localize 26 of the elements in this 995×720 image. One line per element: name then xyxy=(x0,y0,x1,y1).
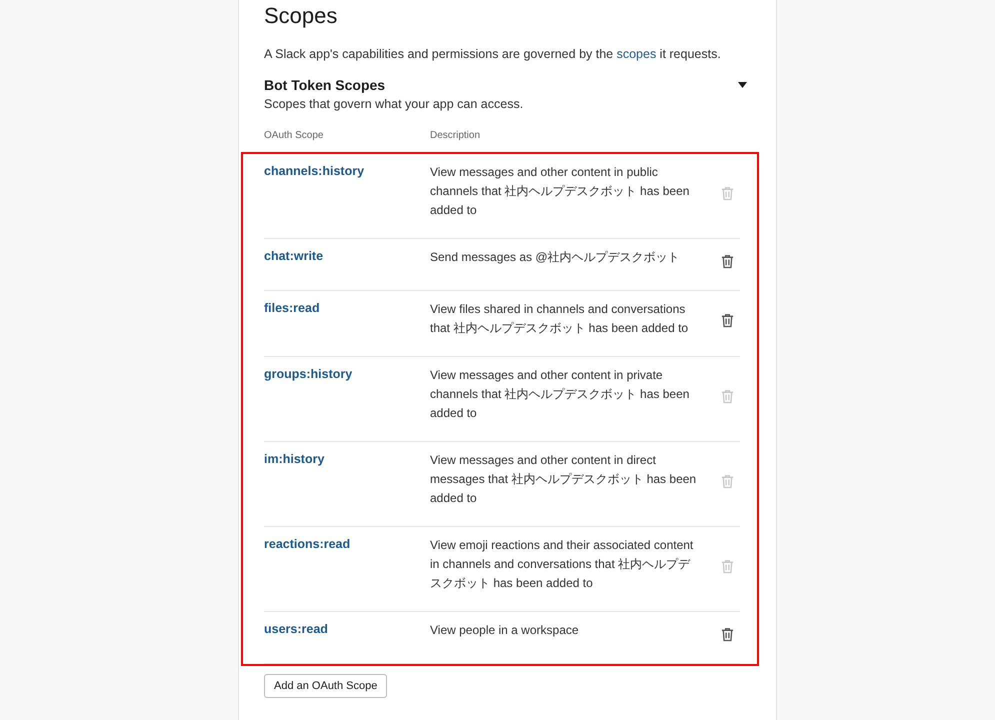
section-title: Bot Token Scopes xyxy=(264,76,386,94)
scope-name[interactable]: groups:history xyxy=(264,365,352,383)
delete-icon[interactable] xyxy=(721,627,734,642)
scope-description: View messages and other content in private channels that 社内ヘルプデスクボット has been added to xyxy=(430,367,690,422)
scope-name[interactable]: chat:write xyxy=(264,247,324,265)
scope-name[interactable]: users:read xyxy=(264,620,328,638)
intro-text: A Slack app's capabilities and permissions are governed by the scopes it requests. xyxy=(264,46,722,62)
column-header: OAuth Scope xyxy=(264,130,324,142)
scope-description: View files shared in channels and conversations that 社内ヘルプデスクボット has been added to xyxy=(430,301,690,337)
scope-description: View emoji reactions and their associated content in channels and conversations that 社内ヘルプデスクボット has been added to xyxy=(430,537,694,592)
section-subtitle: Scopes that govern what your app can access. xyxy=(264,96,524,112)
caret-icon[interactable] xyxy=(738,82,747,88)
page-title: Scopes xyxy=(264,2,338,29)
column-header: Description xyxy=(430,130,482,142)
scope-description: View people in a workspace xyxy=(430,622,580,639)
scopes-link[interactable]: scopes xyxy=(616,47,656,61)
add-scope-button[interactable]: Add an OAuth Scope xyxy=(264,674,388,698)
scope-name[interactable]: files:read xyxy=(264,299,320,317)
scope-name[interactable]: reactions:read xyxy=(264,535,350,553)
scope-name[interactable]: channels:history xyxy=(264,162,364,180)
delete-icon[interactable] xyxy=(721,313,734,328)
scope-description: View messages and other content in direct messages that 社内ヘルプデスクボット has been added to xyxy=(430,452,698,507)
scope-description: View messages and other content in public channels that 社内ヘルプデスクボット has been added to xyxy=(430,164,690,219)
delete-icon[interactable] xyxy=(721,254,734,269)
scope-description: Send messages as @社内ヘルプデスクボット xyxy=(430,249,681,266)
scope-name[interactable]: im:history xyxy=(264,450,324,468)
